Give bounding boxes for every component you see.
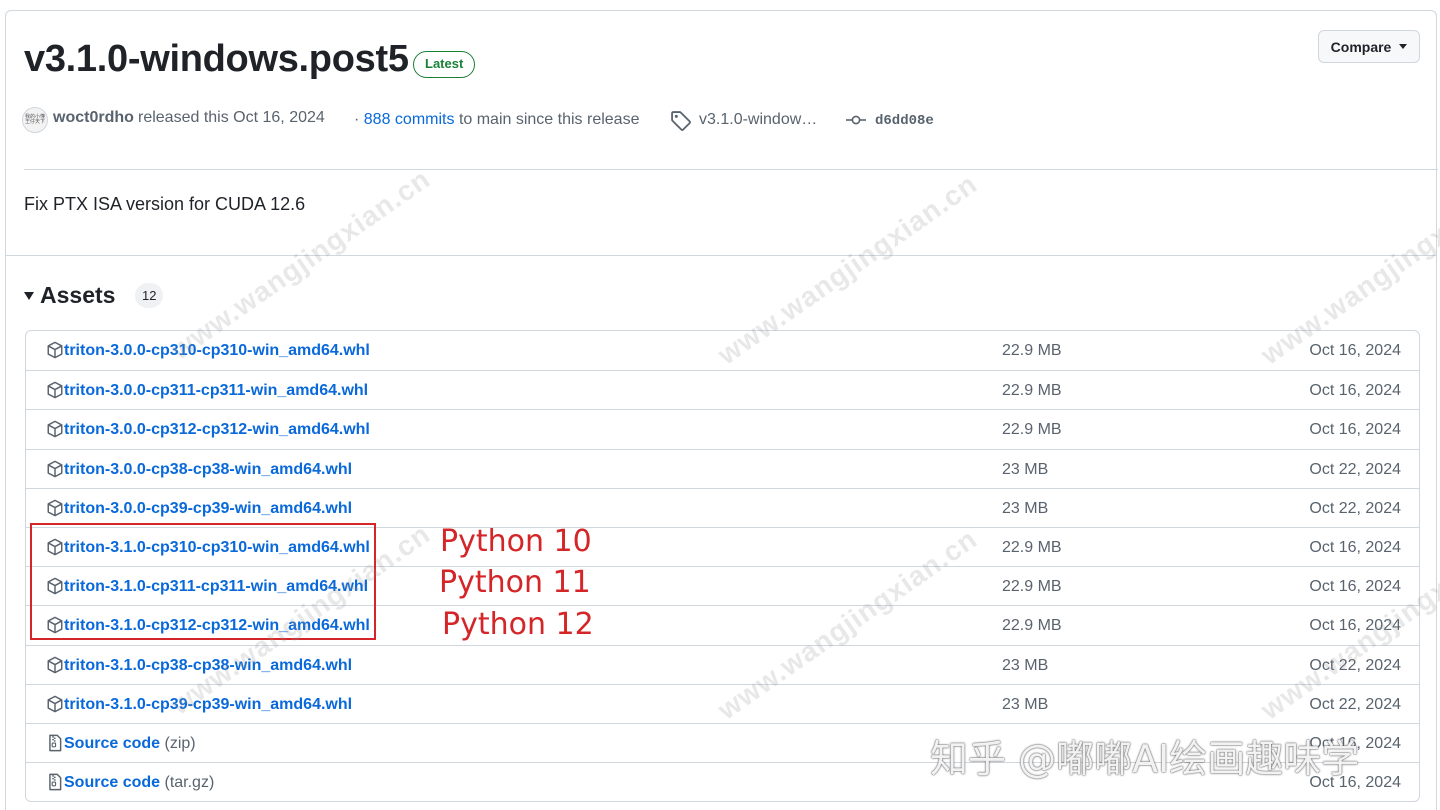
assets-count-badge: 12	[135, 283, 164, 308]
asset-name-label: triton-3.0.0-cp39-cp39-win_amd64.whl	[64, 499, 353, 517]
asset-row: triton-3.0.0-cp311-cp311-win_amd64.whl 22…	[26, 370, 1419, 409]
asset-size: 22.9 MB	[1002, 617, 1062, 635]
asset-name-label: Source code	[64, 734, 161, 752]
asset-download-link[interactable]: Source code (zip)	[64, 735, 196, 753]
file-zip-icon	[46, 734, 64, 752]
asset-size: 22.9 MB	[1002, 538, 1062, 556]
asset-name-label: triton-3.0.0-cp312-cp312-win_amd64.whl	[64, 421, 370, 439]
tag-link[interactable]: v3.1.0-window…	[699, 111, 817, 129]
release-notes: Fix PTX ISA version for CUDA 12.6	[24, 194, 306, 214]
assets-heading: Assets	[40, 281, 116, 308]
asset-name-label: triton-3.0.0-cp311-cp311-win_amd64.whl	[64, 382, 369, 400]
asset-row: triton-3.1.0-cp38-cp38-win_amd64.whl 23 M…	[26, 644, 1419, 684]
asset-row: triton-3.0.0-cp38-cp38-win_amd64.whl 23 M…	[26, 448, 1419, 488]
latest-badge: Latest	[413, 51, 476, 78]
asset-date: Oct 16, 2024	[1309, 538, 1401, 556]
compare-label: Compare	[1330, 38, 1392, 55]
compare-button[interactable]: Compare	[1318, 30, 1420, 63]
asset-name-suffix: (tar.gz)	[164, 774, 215, 792]
asset-download-link[interactable]: Source code (tar.gz)	[64, 774, 214, 792]
asset-name-label: triton-3.1.0-cp39-cp39-win_amd64.whl	[64, 695, 353, 713]
asset-download-link[interactable]: triton-3.1.0-cp39-cp39-win_amd64.whl	[64, 696, 352, 714]
asset-row: triton-3.0.0-cp39-cp39-win_amd64.whl 23 M…	[26, 487, 1419, 527]
released-text: released this Oct 16, 2024	[138, 109, 325, 126]
commits-info: · 888 commits to main since this release	[354, 111, 639, 129]
asset-row: triton-3.0.0-cp312-cp312-win_amd64.whl 22…	[26, 409, 1419, 448]
author-link[interactable]: woct0rdho	[53, 109, 134, 127]
asset-row: triton-3.1.0-cp39-cp39-win_amd64.whl 23 M…	[26, 683, 1419, 723]
commits-suffix: to main since this release	[458, 111, 640, 128]
asset-name-label: triton-3.0.0-cp38-cp38-win_amd64.whl	[64, 460, 353, 478]
triangle-down-icon	[24, 292, 34, 300]
asset-size: 22.9 MB	[1002, 578, 1062, 596]
commits-link[interactable]: 888 commits	[364, 111, 455, 128]
asset-size: 22.9 MB	[1002, 342, 1062, 359]
caret-down-icon	[1399, 44, 1408, 49]
asset-size: 22.9 MB	[1002, 382, 1062, 400]
package-icon	[46, 695, 64, 713]
asset-size: 23 MB	[1002, 499, 1049, 517]
asset-date: Oct 16, 2024	[1309, 617, 1401, 635]
package-icon	[46, 381, 64, 399]
package-icon	[46, 460, 64, 478]
asset-date: Oct 22, 2024	[1309, 695, 1401, 713]
asset-size: 22.9 MB	[1002, 421, 1062, 439]
asset-size: 23 MB	[1002, 695, 1049, 713]
asset-download-link[interactable]: triton-3.1.0-cp38-cp38-win_amd64.whl	[64, 657, 352, 675]
asset-name-label: Source code	[64, 774, 161, 792]
tag-icon	[671, 111, 691, 131]
git-commit-icon	[846, 115, 866, 125]
asset-date: Oct 16, 2024	[1309, 382, 1401, 400]
file-zip-icon	[46, 773, 64, 791]
highlight-box	[30, 523, 376, 640]
asset-download-link[interactable]: triton-3.0.0-cp39-cp39-win_amd64.whl	[64, 500, 352, 518]
annotation-python12: Python 12	[442, 607, 594, 642]
package-icon	[46, 656, 64, 674]
package-icon	[46, 499, 64, 517]
annotation-python10: Python 10	[440, 524, 592, 559]
asset-size: 23 MB	[1002, 460, 1049, 478]
asset-date: Oct 16, 2024	[1309, 578, 1401, 596]
asset-date: Oct 22, 2024	[1309, 460, 1401, 478]
divider	[24, 169, 1438, 170]
asset-date: Oct 22, 2024	[1309, 499, 1401, 517]
zhihu-watermark: 知乎 @嘟嘟AI绘画趣味学	[930, 737, 1360, 781]
package-icon	[46, 341, 64, 359]
asset-name-label: triton-3.0.0-cp310-cp310-win_amd64.whl	[64, 342, 370, 359]
asset-date: Oct 16, 2024	[1309, 342, 1401, 359]
assets-toggle[interactable]: Assets	[24, 280, 115, 310]
asset-download-link[interactable]: triton-3.0.0-cp312-cp312-win_amd64.whl	[64, 421, 370, 439]
asset-row: triton-3.0.0-cp310-cp310-win_amd64.whl 22…	[26, 331, 1419, 370]
asset-date: Oct 16, 2024	[1309, 421, 1401, 439]
asset-date: Oct 22, 2024	[1309, 656, 1401, 674]
asset-download-link[interactable]: triton-3.0.0-cp311-cp311-win_amd64.whl	[64, 382, 368, 400]
avatar[interactable]: 我的小懂王仔天下	[22, 107, 48, 133]
asset-name-suffix: (zip)	[164, 734, 196, 752]
commits-separator: ·	[354, 111, 360, 128]
commit-sha-link[interactable]: d6dd08e	[875, 113, 934, 129]
annotation-python11: Python 11	[439, 565, 591, 600]
release-title[interactable]: v3.1.0-windows.post5	[24, 38, 409, 81]
asset-download-link[interactable]: triton-3.0.0-cp38-cp38-win_amd64.whl	[64, 461, 352, 479]
asset-download-link[interactable]: triton-3.0.0-cp310-cp310-win_amd64.whl	[64, 342, 370, 360]
release-meta: 我的小懂王仔天下 woct0rdho released this Oct 16,…	[22, 106, 1022, 134]
asset-size: 23 MB	[1002, 656, 1049, 674]
package-icon	[46, 420, 64, 438]
asset-name-label: triton-3.1.0-cp38-cp38-win_amd64.whl	[64, 656, 353, 674]
